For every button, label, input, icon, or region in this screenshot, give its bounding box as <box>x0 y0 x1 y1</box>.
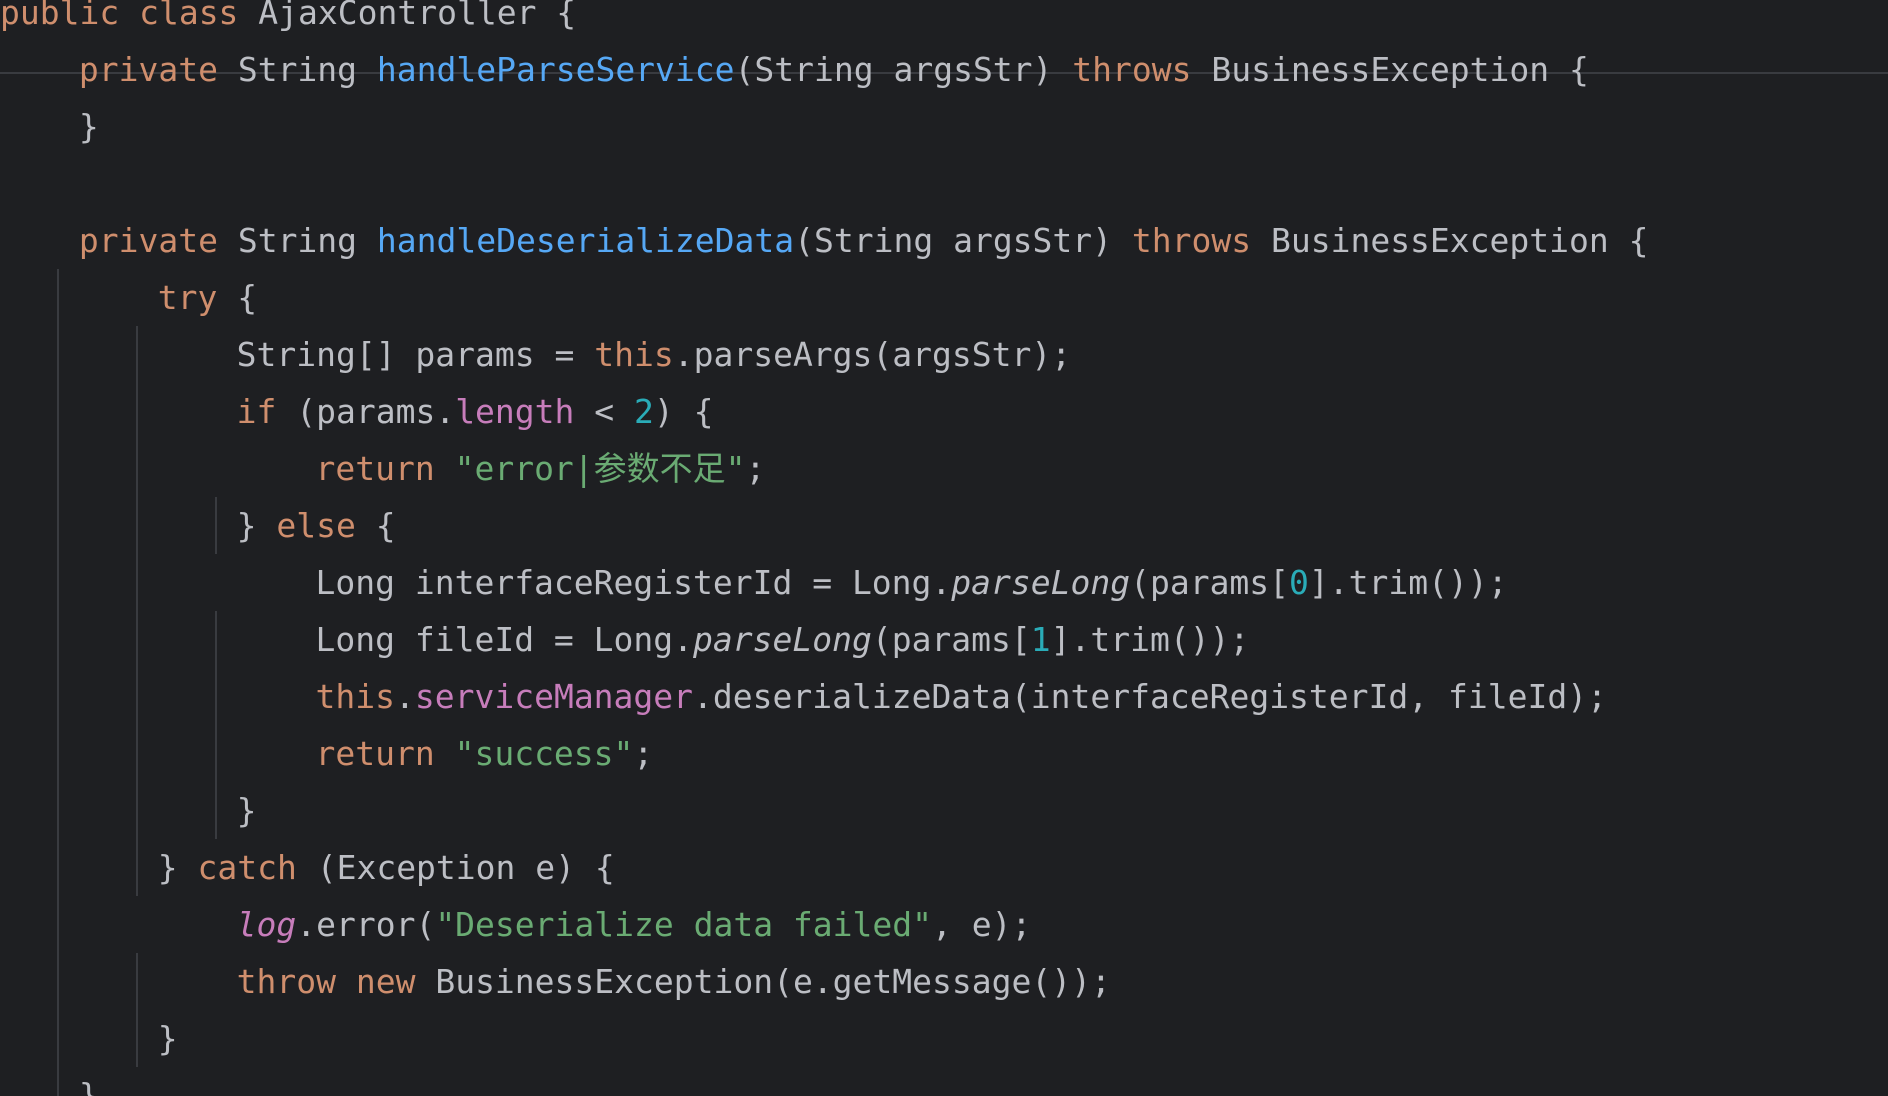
code-token: public <box>0 0 120 32</box>
code-line[interactable]: if (params.length < 2) { <box>237 383 714 440</box>
code-token: (Exception e) { <box>316 848 615 887</box>
code-line[interactable]: Long interfaceRegisterId = Long.parseLon… <box>316 554 1508 611</box>
code-line[interactable]: } <box>237 782 257 839</box>
code-line[interactable]: } <box>158 1010 178 1067</box>
code-token: "error|参数不足" <box>454 449 746 488</box>
indent-guide-line <box>56 269 59 1096</box>
code-token: } <box>236 791 257 830</box>
code-line[interactable]: return "error|参数不足"; <box>316 440 766 497</box>
code-token: this <box>315 677 395 716</box>
code-token: Long interfaceRegisterId = Long. <box>315 563 952 602</box>
code-token: } <box>157 848 198 887</box>
code-token: this <box>594 335 674 374</box>
code-token: .parseArgs(argsStr); <box>673 335 1072 374</box>
code-token: handleDeserializeData <box>376 221 795 260</box>
code-token: , e); <box>932 905 1032 944</box>
code-token: Long fileId = Long. <box>315 620 694 659</box>
code-token: < <box>574 392 635 431</box>
code-token: (String argsStr) <box>794 221 1132 260</box>
indent-guide-line <box>135 326 138 896</box>
code-line[interactable]: try { <box>158 269 257 326</box>
code-token: BusinessException { <box>1270 221 1649 260</box>
code-token: (String argsStr) <box>734 50 1073 89</box>
indent-guide-line <box>214 611 217 839</box>
code-token: . <box>395 677 415 716</box>
code-line[interactable]: } <box>79 1067 99 1096</box>
code-token: length <box>455 392 575 431</box>
code-token: BusinessException(e.getMessage()); <box>435 962 1111 1001</box>
indent-guide-line <box>214 497 217 554</box>
code-token: ; <box>745 449 766 488</box>
code-token: if <box>236 392 297 431</box>
code-token: private <box>78 50 238 89</box>
code-token: BusinessException { <box>1211 50 1589 89</box>
code-line[interactable]: } catch (Exception e) { <box>158 839 615 896</box>
code-token: else <box>276 506 376 545</box>
code-token: return <box>315 734 455 773</box>
code-token: } <box>157 1019 178 1058</box>
code-token: throws <box>1072 50 1212 89</box>
code-token: log <box>236 905 297 944</box>
code-token: { <box>237 278 258 317</box>
code-token: private <box>78 221 238 260</box>
code-token: 2 <box>634 392 654 431</box>
code-token: (params[ <box>1130 563 1290 602</box>
code-token: (params. <box>296 392 456 431</box>
code-token: } <box>78 1076 99 1096</box>
code-token: 1 <box>1030 620 1051 659</box>
code-line[interactable]: throw new BusinessException(e.getMessage… <box>237 953 1111 1010</box>
code-token: } <box>236 506 277 545</box>
indent-guide-line <box>135 953 138 1067</box>
code-token: } <box>78 107 99 146</box>
code-line[interactable]: Long fileId = Long.parseLong(params[1].t… <box>316 611 1250 668</box>
code-line[interactable]: log.error("Deserialize data failed", e); <box>237 896 1032 953</box>
code-token: String <box>237 50 377 89</box>
code-token: handleParseService <box>376 50 735 89</box>
code-token: ].trim()); <box>1308 563 1508 602</box>
code-token: parseLong <box>693 620 872 659</box>
code-token: throws <box>1131 221 1271 260</box>
code-line[interactable]: public class AjaxController { <box>0 0 576 41</box>
code-line[interactable]: } <box>79 98 99 155</box>
code-token: ) { <box>653 392 714 431</box>
code-token: ; <box>633 734 654 773</box>
code-token: .error( <box>296 905 436 944</box>
code-token: 0 <box>1289 563 1309 602</box>
code-token: class <box>119 0 259 32</box>
code-token: "Deserialize data failed" <box>435 905 933 944</box>
code-line[interactable]: return "success"; <box>316 725 654 782</box>
code-token: throw <box>236 962 356 1001</box>
code-token: (params[ <box>871 620 1031 659</box>
code-token: String <box>237 221 377 260</box>
code-line[interactable]: this.serviceManager.deserializeData(inte… <box>316 668 1607 725</box>
code-token: ].trim()); <box>1050 620 1250 659</box>
code-editor[interactable]: public class AjaxController {private Str… <box>0 0 1888 1096</box>
code-token: parseLong <box>951 563 1131 602</box>
code-token: "success" <box>454 734 634 773</box>
code-token: new <box>355 962 436 1001</box>
code-token: try <box>157 278 238 317</box>
code-token: .deserializeData(interfaceRegisterId, fi… <box>693 677 1607 716</box>
code-token: String[] params = <box>236 335 595 374</box>
code-line[interactable]: String[] params = this.parseArgs(argsStr… <box>237 326 1071 383</box>
code-line[interactable]: private String handleParseService(String… <box>79 41 1589 98</box>
code-token: catch <box>197 848 317 887</box>
code-token: serviceManager <box>414 677 694 716</box>
code-token: return <box>315 449 455 488</box>
code-token: AjaxController { <box>258 0 577 32</box>
code-line[interactable]: } else { <box>237 497 396 554</box>
code-token: { <box>375 506 396 545</box>
code-line[interactable]: private String handleDeserializeData(Str… <box>79 212 1649 269</box>
